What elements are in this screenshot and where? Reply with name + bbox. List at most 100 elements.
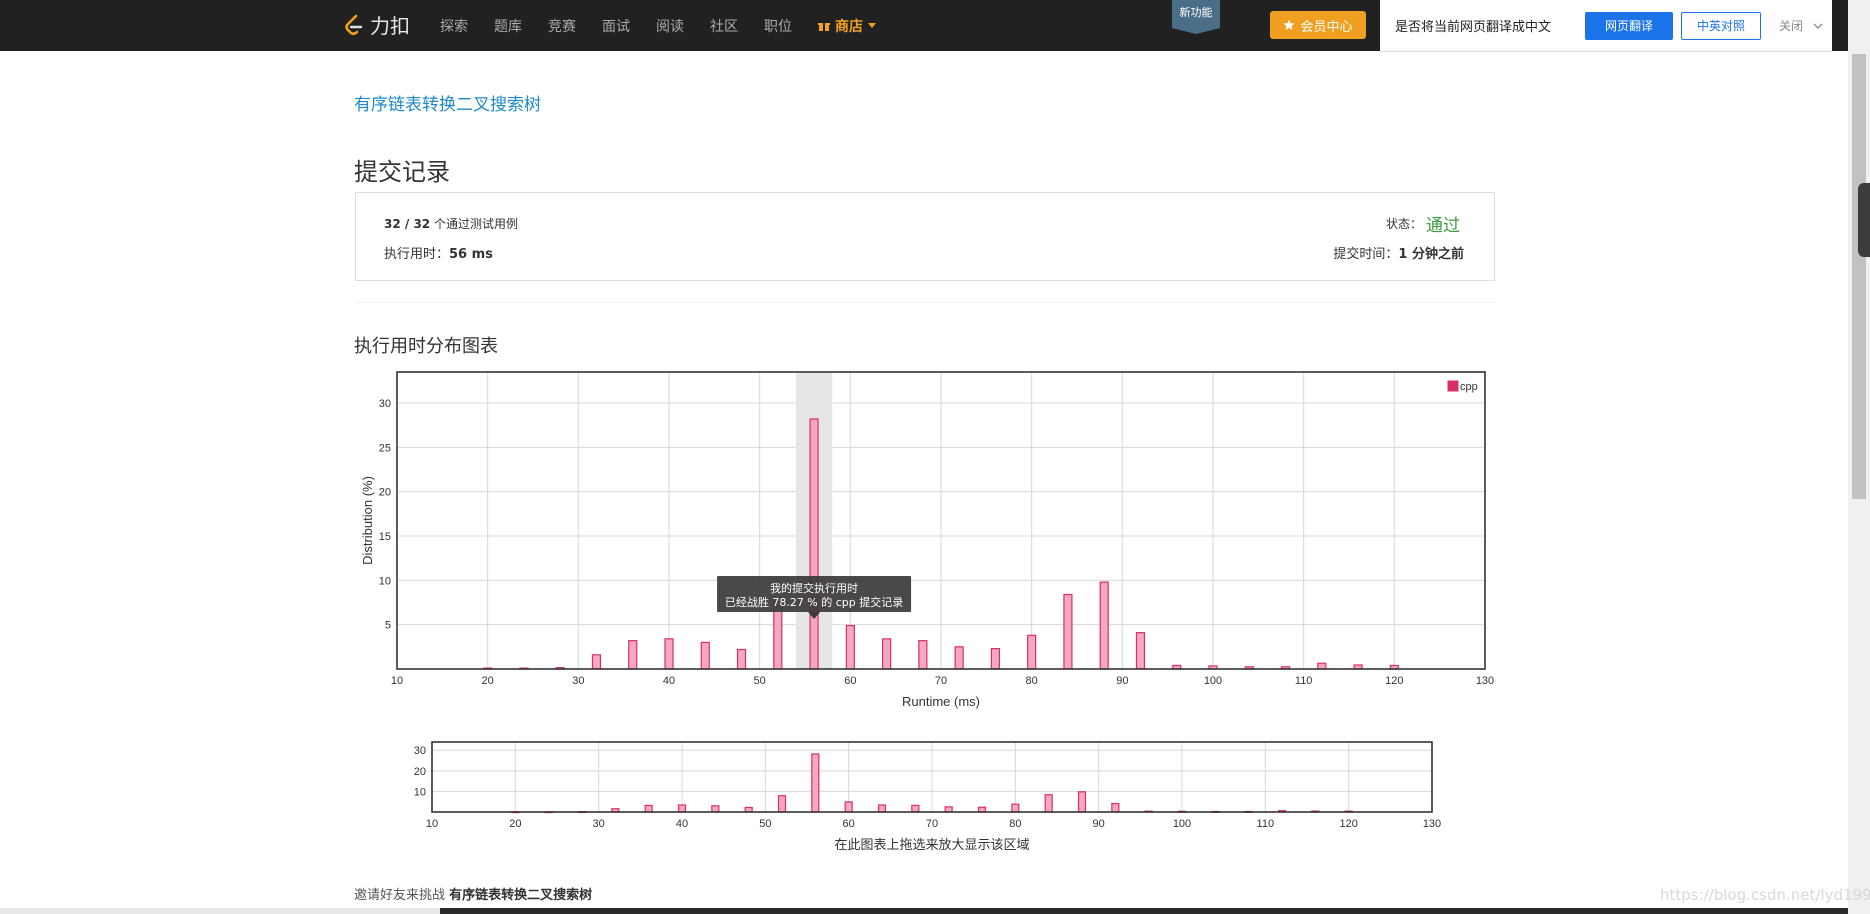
- overview-x-tick-label: 100: [1173, 818, 1191, 830]
- submitted-time-row: 提交时间：1 分钟之前: [1333, 243, 1464, 262]
- y-axis-label: Distribution (%): [360, 476, 375, 565]
- main-bar: [628, 640, 638, 670]
- overview-x-tick-label: 50: [759, 818, 771, 830]
- status-badge[interactable]: 通过: [1426, 211, 1460, 236]
- page-title: 提交记录: [354, 158, 450, 186]
- shop-label: 商店: [835, 18, 863, 35]
- main-bar: [1027, 634, 1037, 670]
- translate-question: 是否将当前网页翻译成中文: [1395, 20, 1552, 35]
- main-x-tick-label: 30: [572, 675, 584, 687]
- overview-x-tick-label: 90: [1093, 818, 1105, 830]
- x-axis-label: Runtime (ms): [902, 694, 980, 709]
- overview-bar: [844, 801, 853, 813]
- overview-bar: [1077, 791, 1087, 813]
- main-bar: [736, 648, 747, 670]
- new-feature-badge[interactable]: 新功能: [1172, 0, 1220, 34]
- tooltip-line-2: 已经战胜 78.27 % 的 cpp 提交记录: [725, 595, 903, 609]
- nav-item-contest[interactable]: 竞赛: [548, 16, 576, 36]
- overview-x-tick-label: 20: [509, 818, 521, 830]
- invite-problem-link[interactable]: 有序链表转换二叉搜索树: [449, 888, 592, 903]
- nav-item-jobs[interactable]: 职位: [764, 16, 792, 36]
- overview-x-tick-label: 60: [843, 818, 855, 830]
- main-x-tick-label: 70: [935, 675, 947, 687]
- overview-bar: [1044, 794, 1053, 813]
- logo-text: 力扣: [370, 14, 410, 38]
- zoom-hint: 在此图表上拖选来放大显示该区域: [834, 838, 1029, 853]
- nav-item-community[interactable]: 社区: [710, 16, 738, 36]
- overview-bar: [777, 795, 787, 813]
- overview-bar: [1011, 803, 1020, 813]
- chevron-down-icon: [1813, 23, 1823, 29]
- vip-center-label: 会员中心: [1300, 19, 1353, 35]
- overview-y-tick-label: 20: [414, 766, 426, 778]
- main-y-tick-label: 30: [379, 398, 391, 410]
- submission-summary-card: 32 / 32 个通过测试用例 执行用时：56 ms 状态： 通过 提交时间：1…: [355, 192, 1495, 281]
- bottom-bar-dark: [440, 908, 1848, 914]
- main-nav: 探索 题库 竞赛 面试 阅读 社区 职位 商店: [440, 0, 902, 51]
- main-bar: [664, 638, 674, 670]
- runtime-row: 执行用时：56 ms: [384, 243, 493, 262]
- caret-down-icon: [868, 22, 876, 28]
- side-widget-tab[interactable]: [1858, 183, 1870, 257]
- gift-icon: [818, 22, 830, 31]
- overview-y-tick-label: 10: [414, 786, 426, 798]
- vip-center-button[interactable]: 会员中心: [1270, 11, 1366, 39]
- main-x-tick-label: 80: [1026, 675, 1038, 687]
- testcases-count: 32 / 32: [384, 217, 431, 231]
- nav-item-interview[interactable]: 面试: [602, 16, 630, 36]
- main-bar: [1099, 581, 1109, 670]
- overview-x-tick-label: 80: [1009, 818, 1021, 830]
- overview-y-tick-label: 30: [414, 745, 426, 757]
- translate-prompt: 是否将当前网页翻译成中文 网页翻译 中英对照 关闭: [1380, 0, 1832, 52]
- main-bar: [1317, 662, 1327, 670]
- nav-item-problems[interactable]: 题库: [494, 16, 522, 36]
- star-icon: [1283, 19, 1295, 30]
- tooltip-line-1: 我的提交执行用时: [770, 581, 858, 595]
- translate-page-button[interactable]: 网页翻译: [1585, 11, 1673, 40]
- submitted-value: 1 分钟之前: [1398, 247, 1464, 262]
- legend-swatch: [1447, 380, 1459, 392]
- main-bar: [845, 624, 855, 670]
- status-label: 状态：: [1385, 217, 1422, 231]
- bilingual-button[interactable]: 中英对照: [1681, 11, 1761, 40]
- bottom-bar: [0, 908, 1848, 914]
- main-bar: [1063, 593, 1073, 670]
- overview-bar: [1111, 802, 1120, 813]
- overview-x-tick-label: 110: [1257, 818, 1275, 830]
- main-y-tick-label: 15: [379, 531, 391, 543]
- close-label: 关闭: [1779, 19, 1804, 33]
- translate-close-button[interactable]: 关闭: [1779, 17, 1823, 34]
- leetcode-logo-icon: [345, 14, 363, 35]
- main-bar: [954, 646, 964, 670]
- overview-x-tick-label: 30: [593, 818, 605, 830]
- submitted-label: 提交时间：: [1333, 247, 1399, 262]
- main-bar: [591, 654, 602, 670]
- overview-bar: [911, 804, 920, 813]
- main-bar: [809, 418, 819, 670]
- overview-x-tick-label: 40: [676, 818, 688, 830]
- main-x-tick-label: 120: [1385, 675, 1403, 687]
- nav-item-read[interactable]: 阅读: [656, 16, 684, 36]
- nav-item-explore[interactable]: 探索: [440, 16, 468, 36]
- main-x-tick-label: 110: [1295, 675, 1313, 687]
- overview-x-tick-label: 10: [426, 818, 438, 830]
- main-x-tick-label: 100: [1204, 675, 1222, 687]
- overview-bar: [877, 804, 887, 813]
- runtime-chart-title: 执行用时分布图表: [354, 336, 498, 357]
- section-divider: [355, 302, 1495, 303]
- scrollbar-thumb[interactable]: [1852, 54, 1866, 499]
- main-y-tick-label: 10: [379, 575, 391, 587]
- main-x-tick-label: 130: [1476, 675, 1494, 687]
- page-scrollbar[interactable]: [1848, 0, 1870, 914]
- nav-item-shop[interactable]: 商店: [818, 16, 876, 36]
- runtime-distribution-chart[interactable]: 10 20 30 40 50 60 70 80 90 100 110 120 130 5 10 15 20 25 3…: [340, 360, 1500, 860]
- testcases-suffix: 个通过测试用例: [433, 217, 518, 231]
- main-bar: [700, 641, 710, 670]
- main-x-tick-label: 50: [754, 675, 766, 687]
- leetcode-logo[interactable]: 力扣: [342, 10, 410, 39]
- main-y-tick-label: 25: [379, 442, 391, 454]
- main-x-tick-label: 10: [391, 675, 403, 687]
- overview-x-tick-label: 130: [1423, 818, 1441, 830]
- invite-footer: 邀请好友来挑战 有序链表转换二叉搜索树: [354, 884, 592, 903]
- problem-link[interactable]: 有序链表转换二叉搜索树: [354, 90, 541, 115]
